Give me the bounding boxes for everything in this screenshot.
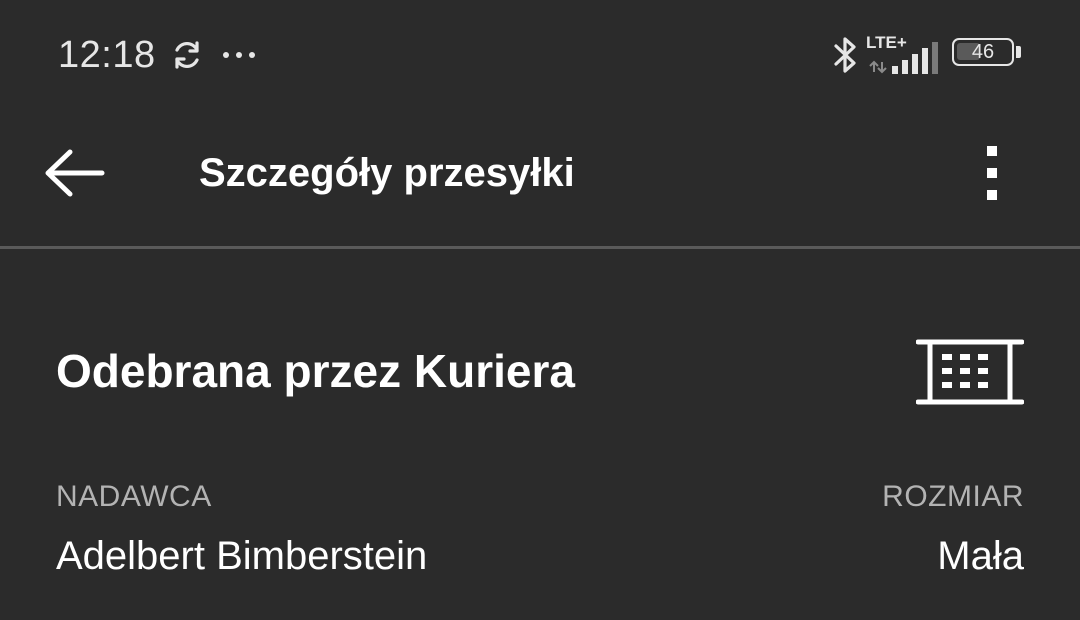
battery-tip: [1016, 46, 1021, 58]
sender-name: Adelbert Bimberstein: [56, 534, 428, 578]
bluetooth-icon: [834, 37, 856, 73]
shipment-status: Odebrana przez Kuriera: [56, 345, 575, 397]
sync-icon: [175, 41, 199, 69]
app-bar-divider: [0, 246, 1080, 249]
arrow-left-icon: [45, 149, 105, 197]
status-time: 12:18: [58, 34, 156, 76]
parcel-locker-icon: [916, 339, 1024, 405]
status-bar: 12:18 LTE+ 46: [0, 0, 1080, 110]
screen: 12:18 LTE+ 46 Szczegóły przesyłki Odebra…: [0, 0, 1080, 620]
back-button[interactable]: [36, 138, 116, 208]
signal-bars-icon: [869, 42, 938, 74]
battery-icon: 46: [952, 38, 1024, 70]
sender-label: NADAWCA: [56, 480, 212, 513]
battery-level: 46: [971, 41, 995, 63]
app-bar: Szczegóły przesyłki: [0, 110, 1080, 248]
signal-icon: LTE+: [866, 34, 942, 74]
more-vertical-icon: [987, 146, 997, 200]
more-options-button[interactable]: [966, 138, 1018, 208]
more-dots-icon: [223, 52, 255, 58]
size-value: Mała: [937, 534, 1024, 578]
page-title: Szczegóły przesyłki: [199, 151, 575, 195]
size-label: ROZMIAR: [882, 480, 1024, 513]
